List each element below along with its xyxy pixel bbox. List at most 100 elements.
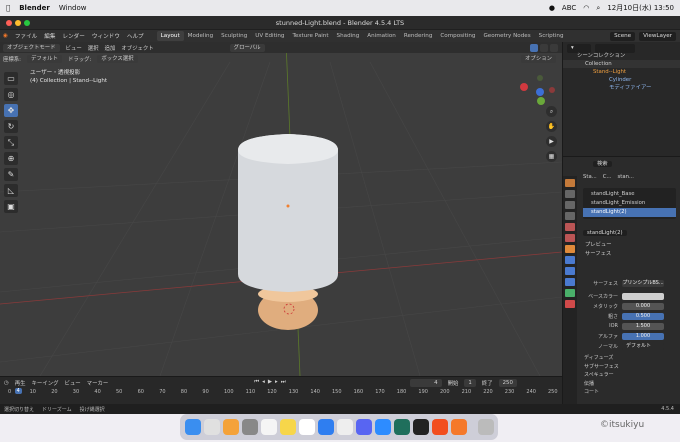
outliner-item-stand-light[interactable]: Stand--Light (563, 68, 680, 76)
annotate-tool-icon[interactable]: ✎ (4, 168, 18, 181)
zoom-icon[interactable] (375, 419, 391, 435)
camera-icon[interactable]: ▶ (546, 136, 557, 147)
tab-layout[interactable]: Layout (156, 31, 184, 41)
section-preview[interactable]: プレビュー (563, 241, 680, 250)
cursor-tool-icon[interactable]: ◎ (4, 88, 18, 101)
tab-animation[interactable]: Animation (363, 31, 400, 41)
base-color-swatch[interactable] (622, 293, 664, 300)
menu-render[interactable]: レンダー (62, 32, 84, 40)
transform-tool-icon[interactable]: ⊕ (4, 152, 18, 165)
wifi-icon[interactable]: ◠ (583, 4, 589, 12)
app-store-icon[interactable] (318, 419, 334, 435)
menu-select[interactable]: 選択 (88, 44, 99, 52)
render-tab-icon[interactable] (565, 190, 575, 198)
mode-dropdown[interactable]: オブジェクトモード (3, 43, 60, 52)
app-menu[interactable]: Blender (19, 4, 50, 12)
3d-viewport[interactable] (0, 42, 562, 376)
menu-marker[interactable]: マーカー (87, 379, 109, 387)
reminders-icon[interactable] (299, 419, 315, 435)
tab-sculpting[interactable]: Sculpting (217, 31, 251, 41)
terminal-icon[interactable] (413, 419, 429, 435)
tab-compositing[interactable]: Compositing (436, 31, 479, 41)
select-tool-icon[interactable]: ▭ (4, 72, 18, 85)
figma-icon[interactable] (432, 419, 448, 435)
shading-material-icon[interactable] (540, 43, 548, 52)
add-cube-tool-icon[interactable]: ▣ (4, 200, 18, 213)
menu-file[interactable]: ファイル (15, 32, 37, 40)
grid-view-icon[interactable]: ▦ (546, 151, 557, 162)
material-name-field[interactable]: standLight(2) (583, 230, 627, 236)
drag-dropdown[interactable]: ボックス選択 (97, 54, 138, 63)
modifier-tab-icon[interactable] (565, 256, 575, 264)
status-icon[interactable]: ● (549, 4, 555, 12)
shading-rendered-icon[interactable] (550, 43, 558, 52)
scale-tool-icon[interactable]: ⤡ (4, 136, 18, 149)
end-frame-field[interactable]: 250 (498, 378, 517, 387)
chrome-icon[interactable] (337, 419, 353, 435)
input-source[interactable]: ABC (562, 4, 576, 12)
ior-field[interactable]: 1.500 (622, 323, 664, 330)
clock[interactable]: 12月10日(水) 13:50 (607, 3, 674, 13)
menu-window[interactable]: ウィンドウ (92, 32, 120, 40)
trash-icon[interactable] (478, 419, 494, 435)
next-key-icon[interactable]: ▸ (275, 379, 278, 386)
menu-playback[interactable]: 再生 (15, 379, 26, 387)
breadcrumb-object[interactable]: Sta... (583, 173, 597, 182)
window-menu[interactable]: Window (59, 4, 87, 12)
scene-tab-icon[interactable] (565, 223, 575, 231)
options-dropdown[interactable]: オプション (521, 54, 556, 63)
tab-uv-editing[interactable]: UV Editing (251, 31, 288, 41)
tab-shading[interactable]: Shading (333, 31, 364, 41)
vscode-icon[interactable] (394, 419, 410, 435)
metallic-field[interactable]: 0.000 (622, 303, 664, 310)
outliner-item-cylinder[interactable]: Cylinder (563, 76, 680, 84)
view-layer-tab-icon[interactable] (565, 212, 575, 220)
settings-icon[interactable] (242, 419, 258, 435)
tab-rendering[interactable]: Rendering (400, 31, 437, 41)
properties-search[interactable]: 検索 (593, 161, 612, 167)
jump-end-icon[interactable]: ⏭ (281, 379, 286, 386)
outliner-item-modifiers[interactable]: モディファイアー (563, 84, 680, 92)
measure-tool-icon[interactable]: ◺ (4, 184, 18, 197)
tab-geometry-nodes[interactable]: Geometry Nodes (479, 31, 534, 41)
prev-key-icon[interactable]: ◂ (262, 379, 265, 386)
photos-icon[interactable] (223, 419, 239, 435)
menu-timeline-view[interactable]: ビュー (64, 379, 80, 387)
outliner-item-scene-collection[interactable]: シーンコレクション (563, 52, 680, 60)
discord-icon[interactable] (356, 419, 372, 435)
play-icon[interactable]: ▶ (268, 379, 272, 386)
menu-view[interactable]: ビュー (66, 44, 82, 52)
calendar-icon[interactable] (261, 419, 277, 435)
timeline-editor-icon[interactable]: ◷ (4, 380, 9, 386)
scene-selector[interactable]: Scene (610, 31, 636, 41)
subsection-transmission[interactable]: 伝播 (584, 380, 619, 389)
output-tab-icon[interactable] (565, 201, 575, 209)
subsection-specular[interactable]: スペキュラー (584, 371, 619, 380)
finder-icon[interactable] (185, 419, 201, 435)
zoom-icon[interactable]: ⌕ (546, 106, 557, 117)
alpha-field[interactable]: 1.000 (622, 333, 664, 340)
subsection-diffuse[interactable]: ディフューズ (584, 354, 619, 363)
search-icon[interactable]: ⌕ (596, 4, 600, 13)
surface-shader-field[interactable]: プリンシプルBS... (622, 280, 664, 287)
jump-start-icon[interactable]: ⏮ (254, 379, 259, 386)
tab-texture-paint[interactable]: Texture Paint (288, 31, 332, 41)
apple-icon[interactable]:  (6, 4, 10, 12)
move-tool-icon[interactable]: ✥ (4, 104, 18, 117)
close-icon[interactable] (6, 20, 12, 26)
world-tab-icon[interactable] (565, 234, 575, 242)
tab-scripting[interactable]: Scripting (535, 31, 568, 41)
menu-help[interactable]: ヘルプ (127, 32, 144, 40)
menu-object[interactable]: オブジェクト (121, 44, 153, 52)
object-tab-icon[interactable] (565, 245, 575, 253)
rotate-tool-icon[interactable]: ↻ (4, 120, 18, 133)
subsection-subsurface[interactable]: サブサーフェス (584, 363, 619, 372)
material-slot[interactable]: standLight_Base (583, 190, 676, 199)
timeline-ruler[interactable]: 0 10 20 30 40 50 60 70 80 90 100 110 120 130 140 150 160… (0, 388, 562, 397)
maximize-icon[interactable] (24, 20, 30, 26)
outliner-item-collection[interactable]: Collection (563, 60, 680, 68)
menu-keying[interactable]: キーイング (32, 379, 59, 387)
notes-icon[interactable] (280, 419, 296, 435)
orientation-dropdown[interactable]: デフォルト (27, 54, 62, 63)
viewlayer-selector[interactable]: ViewLayer (639, 31, 676, 41)
